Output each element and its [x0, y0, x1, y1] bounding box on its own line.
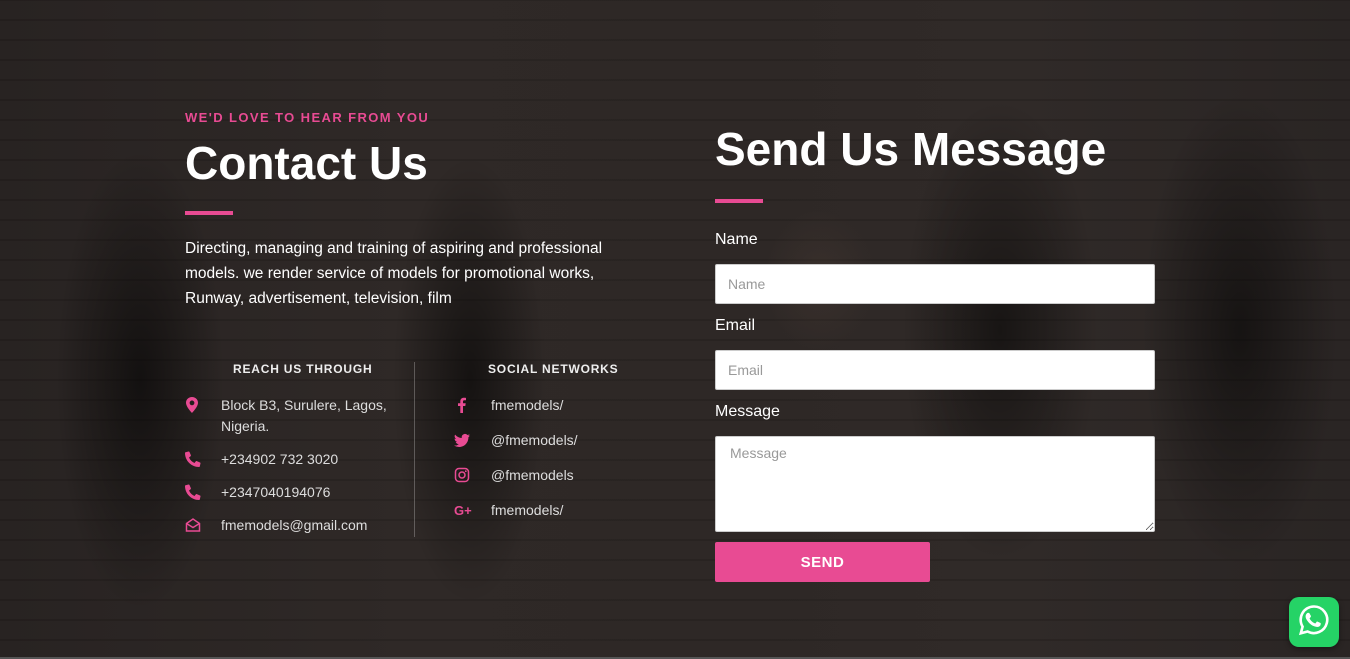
envelope-icon [185, 517, 201, 533]
twitter-handle: @fmemodels/ [491, 432, 578, 448]
send-button[interactable]: SEND [715, 542, 930, 582]
google-plus-icon: G+ [454, 502, 476, 518]
contact-eyebrow: WE'D LOVE TO HEAR FROM YOU [185, 110, 430, 125]
phone-text: +2347040194076 [221, 484, 331, 500]
column-divider [414, 362, 415, 537]
form-title: Send Us Message [715, 123, 1107, 175]
social-item-twitter[interactable]: @fmemodels/ [454, 430, 578, 451]
social-heading: SOCIAL NETWORKS [488, 362, 619, 376]
reach-item-email[interactable]: fmemodels@gmail.com [185, 515, 367, 536]
whatsapp-button[interactable] [1289, 597, 1339, 647]
phone-icon [185, 484, 201, 500]
email-input[interactable] [715, 350, 1155, 390]
social-item-instagram[interactable]: @fmemodels [454, 465, 574, 486]
name-input[interactable] [715, 264, 1155, 304]
name-label: Name [715, 231, 758, 248]
svg-text:G+: G+ [454, 503, 472, 518]
contact-title: Contact Us [185, 137, 428, 189]
accent-divider [715, 199, 763, 203]
reach-item-address: Block B3, Surulere, Lagos, Nigeria. [185, 395, 400, 437]
social-item-google-plus[interactable]: G+ fmemodels/ [454, 500, 563, 521]
google-plus-handle: fmemodels/ [491, 502, 564, 518]
contact-intro: Directing, managing and training of aspi… [185, 240, 603, 307]
map-marker-icon [185, 397, 201, 413]
email-label: Email [715, 317, 756, 334]
message-textarea[interactable] [715, 436, 1155, 532]
email-text: fmemodels@gmail.com [221, 517, 368, 533]
background-photo [0, 0, 1350, 659]
reach-item-phone-2[interactable]: +2347040194076 [185, 482, 330, 503]
instagram-icon [454, 467, 470, 483]
message-label: Message [715, 403, 780, 420]
twitter-icon [454, 432, 470, 448]
facebook-icon [454, 397, 470, 413]
phone-text: +234902 732 3020 [221, 451, 339, 467]
address-text: Block B3, Surulere, Lagos, Nigeria. [221, 397, 387, 434]
social-item-facebook[interactable]: fmemodels/ [454, 395, 563, 416]
instagram-handle: @fmemodels [491, 467, 574, 483]
whatsapp-icon [1296, 602, 1332, 643]
accent-divider [185, 211, 233, 215]
reach-item-phone-1[interactable]: +234902 732 3020 [185, 449, 338, 470]
facebook-handle: fmemodels/ [491, 397, 564, 413]
phone-icon [185, 451, 201, 467]
reach-heading: REACH US THROUGH [233, 362, 373, 376]
